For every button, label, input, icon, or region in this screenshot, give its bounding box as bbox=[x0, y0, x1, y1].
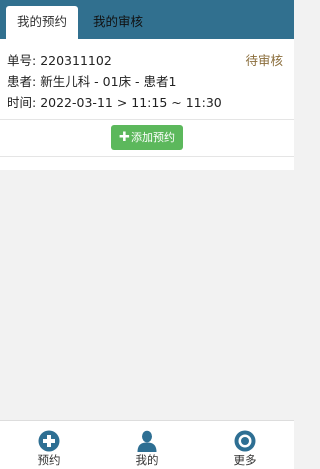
patient-value: 新生儿科 - 01床 - 患者1 bbox=[40, 74, 177, 89]
user-icon bbox=[137, 430, 157, 452]
appointment-card[interactable]: 单号: 220311102 待审核 患者: 新生儿科 - 01床 - 患者1 时… bbox=[0, 48, 294, 120]
order-number-row: 单号: 220311102 bbox=[7, 52, 112, 70]
time-label: 时间: bbox=[7, 95, 37, 110]
appointment-panel: 单号: 220311102 待审核 患者: 新生儿科 - 01床 - 患者1 时… bbox=[0, 39, 294, 170]
status-badge: 待审核 bbox=[245, 53, 283, 68]
plus-circle-icon bbox=[38, 430, 60, 452]
nav-item-mine[interactable]: 我的 bbox=[98, 421, 196, 469]
nav-item-more[interactable]: 更多 bbox=[196, 421, 294, 469]
add-appointment-label: 添加预约 bbox=[130, 131, 175, 144]
time-row: 时间: 2022-03-11 > 11:15 ~ 11:30 bbox=[7, 94, 222, 112]
patient-row: 患者: 新生儿科 - 01床 - 患者1 bbox=[7, 73, 176, 91]
nav-label-more: 更多 bbox=[233, 453, 257, 467]
tab-my-reviews[interactable]: 我的审核 bbox=[82, 6, 154, 39]
order-number-label: 单号: bbox=[7, 53, 37, 68]
order-number-value: 220311102 bbox=[40, 53, 112, 68]
tab-my-appointments[interactable]: 我的预约 bbox=[6, 6, 78, 39]
plus-icon: ✚ bbox=[119, 130, 130, 145]
add-appointment-button[interactable]: ✚添加预约 bbox=[111, 125, 183, 150]
nav-label-mine: 我的 bbox=[135, 453, 159, 467]
more-circle-icon bbox=[234, 430, 256, 452]
time-value: 2022-03-11 > 11:15 ~ 11:30 bbox=[40, 95, 222, 110]
top-tab-bar: 我的预约 我的审核 bbox=[0, 0, 294, 39]
patient-label: 患者: bbox=[7, 74, 37, 89]
bottom-nav: 预约 我的 更多 bbox=[0, 420, 294, 469]
nav-item-appointment[interactable]: 预约 bbox=[0, 421, 98, 469]
divider bbox=[0, 156, 294, 157]
nav-label-appointment: 预约 bbox=[37, 453, 61, 467]
